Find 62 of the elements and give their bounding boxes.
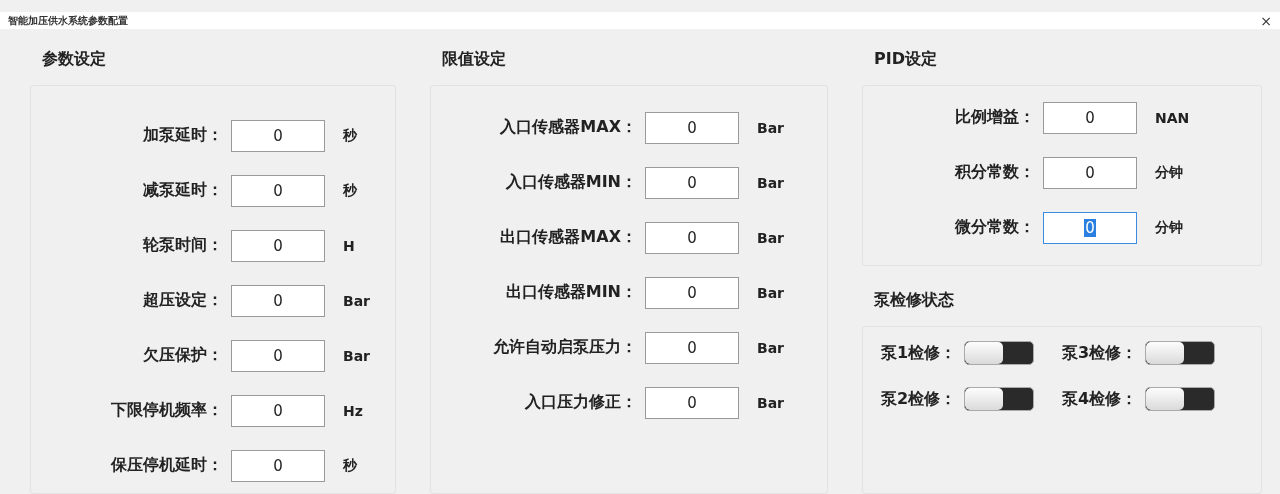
input-field[interactable]: 0 bbox=[231, 394, 325, 427]
field-label: 欠压保护： bbox=[142, 345, 223, 366]
unit-label: H bbox=[342, 237, 356, 254]
unit-label: Bar bbox=[756, 394, 786, 411]
unit-label: 秒 bbox=[342, 126, 358, 145]
close-button[interactable]: × bbox=[1260, 12, 1272, 29]
input-field[interactable]: 0 bbox=[645, 111, 739, 144]
input-field[interactable]: 0 bbox=[1043, 156, 1137, 189]
window-title: 智能加压供水系统参数配置 bbox=[8, 13, 129, 28]
input-field[interactable]: 0 bbox=[645, 386, 739, 419]
unit-label: Bar bbox=[756, 229, 786, 246]
input-field[interactable]: 0 bbox=[645, 331, 739, 364]
field-label: 比例增益： bbox=[954, 107, 1035, 128]
field-label: 允许自动启泵压力： bbox=[492, 337, 637, 358]
field-label: 出口传感器MAX： bbox=[499, 227, 637, 248]
field-label: 积分常数： bbox=[953, 162, 1035, 183]
input-field[interactable]: 0 bbox=[1043, 101, 1137, 134]
unit-label: Bar bbox=[756, 339, 786, 356]
toggle-switch[interactable] bbox=[1145, 341, 1216, 365]
unit-label: Bar bbox=[342, 292, 372, 309]
unit-label: Hz bbox=[342, 402, 364, 419]
switch-label: 泵2检修： bbox=[881, 388, 957, 410]
unit-label: 秒 bbox=[342, 181, 358, 200]
field-label: 加泵延时： bbox=[142, 125, 223, 146]
field-label: 入口压力修正： bbox=[524, 392, 637, 413]
input-field[interactable]: 0 bbox=[231, 174, 325, 207]
unit-label: Bar bbox=[756, 174, 786, 191]
group-title: 限值设定 bbox=[441, 48, 507, 70]
unit-label: 秒 bbox=[342, 456, 358, 475]
group-title: PID设定 bbox=[873, 48, 938, 70]
switch-label: 泵1检修： bbox=[881, 342, 957, 364]
field-label: 入口传感器MAX： bbox=[499, 117, 637, 138]
field-label: 微分常数： bbox=[954, 217, 1035, 238]
switch-label: 泵3检修： bbox=[1062, 342, 1138, 364]
field-label: 出口传感器MIN： bbox=[504, 282, 637, 303]
unit-label: Bar bbox=[756, 284, 786, 301]
unit-label: Bar bbox=[756, 119, 786, 136]
input-field[interactable]: 0 bbox=[1043, 211, 1137, 244]
field-label: 轮泵时间： bbox=[142, 235, 223, 256]
input-field[interactable]: 0 bbox=[231, 339, 325, 372]
unit-label: NAN bbox=[1154, 109, 1191, 126]
field-label: 入口传感器MIN： bbox=[504, 172, 637, 193]
input-field[interactable]: 0 bbox=[231, 229, 325, 262]
group-title: 泵检修状态 bbox=[873, 289, 955, 311]
input-field[interactable]: 0 bbox=[231, 119, 325, 152]
field-label: 保压停机延时： bbox=[109, 455, 223, 476]
field-label: 减泵延时： bbox=[142, 180, 223, 201]
input-field[interactable]: 0 bbox=[231, 449, 325, 482]
group-title: 参数设定 bbox=[41, 48, 107, 70]
toggle-switch[interactable] bbox=[964, 341, 1035, 365]
toggle-switch[interactable] bbox=[1145, 387, 1216, 411]
unit-label: 分钟 bbox=[1154, 218, 1184, 237]
switch-label: 泵4检修： bbox=[1062, 388, 1138, 410]
toggle-switch[interactable] bbox=[964, 387, 1035, 411]
unit-label: Bar bbox=[342, 347, 372, 364]
field-label: 超压设定： bbox=[142, 290, 223, 311]
field-label: 下限停机频率： bbox=[110, 400, 223, 421]
input-field[interactable]: 0 bbox=[645, 166, 739, 199]
unit-label: 分钟 bbox=[1154, 163, 1184, 182]
input-field[interactable]: 0 bbox=[645, 276, 739, 309]
input-field[interactable]: 0 bbox=[231, 284, 325, 317]
input-field[interactable]: 0 bbox=[645, 221, 739, 254]
